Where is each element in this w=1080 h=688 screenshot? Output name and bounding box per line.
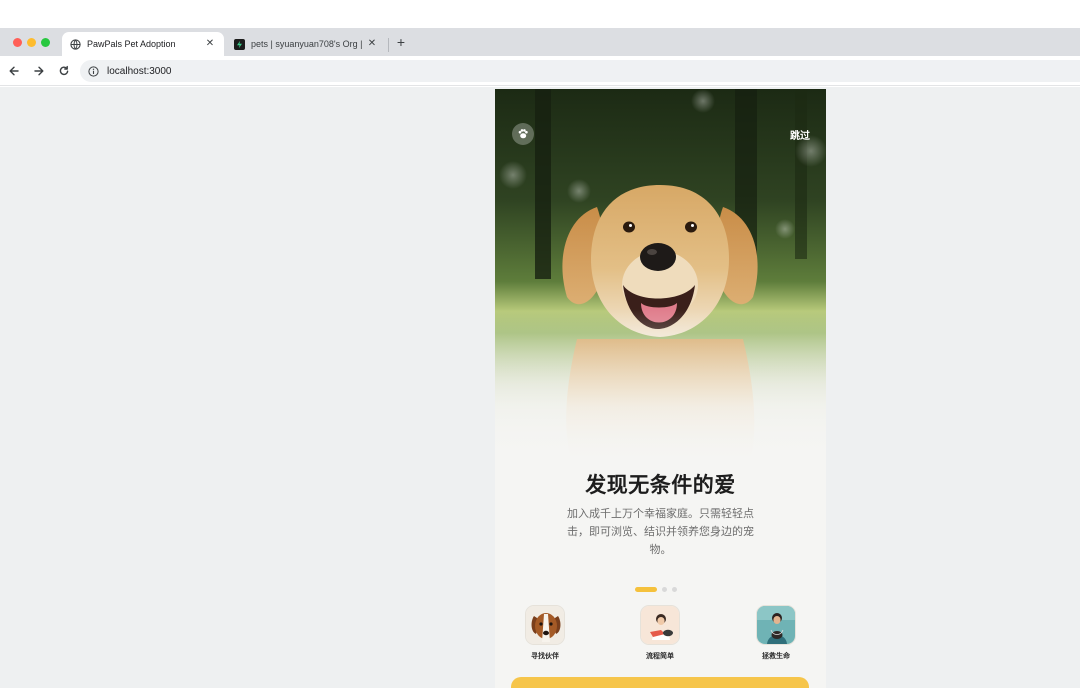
puppy-photo [525,605,565,645]
paw-icon [518,129,528,139]
browser-toolbar: localhost:3000 [0,56,1080,86]
reload-icon [59,65,69,76]
feature-label: 流程简单 [646,653,674,660]
feature-save-lives: 拯救生命 [741,605,811,661]
pager-dot-3[interactable] [672,586,677,592]
feature-label: 寻找伙伴 [531,653,559,660]
arrow-left-icon [9,66,19,76]
globe-icon [70,38,81,50]
arrow-right-icon [34,66,44,76]
tab-title: pets | syuanyuan708's Org | S [251,39,362,49]
close-tab-icon[interactable]: ✕ [204,38,216,50]
vet-photo [756,605,796,645]
person-with-pet-photo [640,605,680,645]
new-tab-button[interactable]: + [394,35,408,50]
feature-find-partner: 寻找伙伴 [510,605,580,661]
minimize-window-button[interactable] [27,38,36,47]
page-title: 发现无条件的爱 [585,474,736,497]
site-info-icon[interactable] [88,65,99,77]
feature-simple-process: 流程简单 [625,605,695,661]
feature-label: 拯救生命 [762,653,790,660]
hero-fade [495,309,826,459]
close-window-button[interactable] [13,38,22,47]
tab-pets-org[interactable]: pets | syuanyuan708's Org | S ✕ [226,32,386,56]
back-button[interactable] [7,64,21,78]
close-tab-icon[interactable]: ✕ [366,38,378,50]
pager-dot-2[interactable] [662,586,667,592]
primary-cta-button[interactable] [511,677,809,688]
pager-dot-1[interactable] [635,586,657,592]
forward-button[interactable] [32,64,46,78]
reload-button[interactable] [57,64,71,78]
skip-button[interactable]: 跳过 [790,127,810,142]
maximize-window-button[interactable] [41,38,50,47]
database-icon [234,38,245,50]
paw-logo-button[interactable] [512,123,534,145]
browser-titlebar: PawPals Pet Adoption ✕ pets | syuanyuan7… [0,28,1080,56]
page-description: 加入成千上万个幸福家庭。只需轻轻点击，即可浏览、结识并领养您身边的宠物。 [567,508,754,556]
onboarding-screen: 跳过 发现无条件的爱 加入成千上万个幸福家庭。只需轻轻点击，即可浏览、结识并领养… [495,89,826,688]
url-text: localhost:3000 [107,65,172,77]
page-viewport: 跳过 发现无条件的爱 加入成千上万个幸福家庭。只需轻轻点击，即可浏览、结识并领养… [0,87,1080,688]
tab-pawpals[interactable]: PawPals Pet Adoption ✕ [62,32,224,56]
tab-title: PawPals Pet Adoption [87,39,176,49]
tab-divider [388,38,389,52]
hero-image: 跳过 [495,89,826,459]
address-bar[interactable]: localhost:3000 [80,60,1080,82]
pager-dots [635,586,677,592]
